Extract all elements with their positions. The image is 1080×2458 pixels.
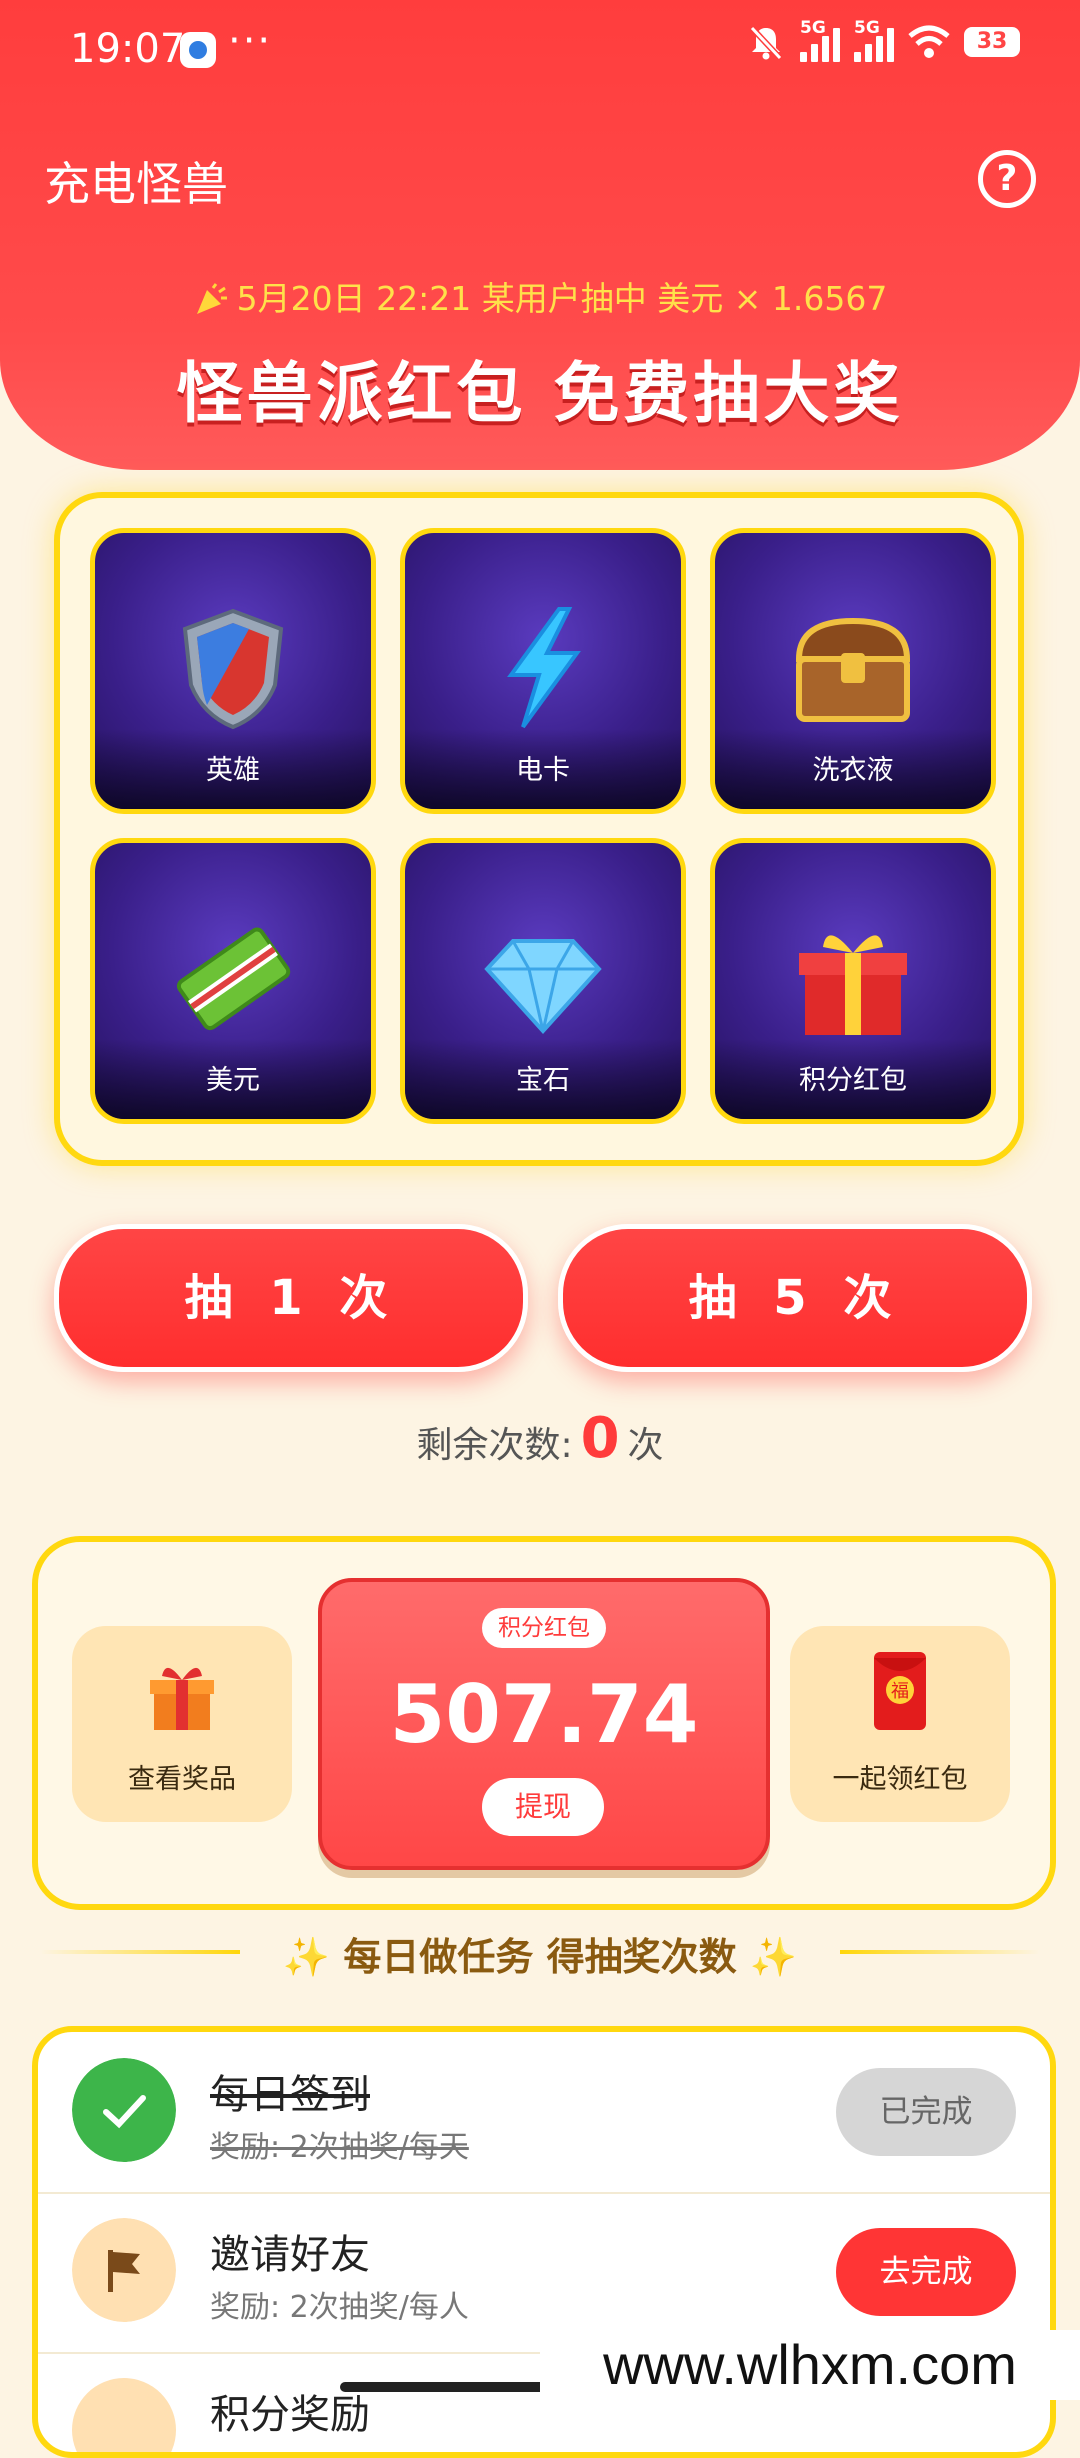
tasks-title-text: 每日做任务 得抽奖次数 xyxy=(343,1935,737,1979)
view-prizes-label: 查看奖品 xyxy=(128,1764,236,1795)
headline: 怪兽派红包 免费抽大奖 xyxy=(176,355,904,432)
diamond-icon xyxy=(484,939,602,1034)
battery-icon: 33 xyxy=(964,27,1020,57)
treasure-chest-icon xyxy=(795,617,911,722)
party-popper-icon xyxy=(196,283,227,314)
draw-five-button[interactable]: 抽 5 次 xyxy=(558,1224,1032,1372)
points-value: 507.74 xyxy=(389,1668,699,1761)
shield-icon xyxy=(182,608,284,730)
red-envelope-icon: 福 xyxy=(874,1652,926,1730)
task-title: 每日签到 xyxy=(210,2072,370,2118)
prize-label: 积分红包 xyxy=(799,1065,907,1096)
gift-box-icon xyxy=(799,935,907,1035)
help-icon[interactable]: ? xyxy=(978,150,1036,208)
flag-icon xyxy=(72,2218,176,2322)
remaining-draws: 剩余次数: 0 次 xyxy=(0,1406,1080,1471)
task-row-checkin: 每日签到 奖励: 2次抽奖/每天 已完成 xyxy=(38,2032,1050,2194)
divider-line xyxy=(840,1950,1040,1954)
cash-icon xyxy=(176,927,291,1031)
task-completed-button[interactable]: 已完成 xyxy=(836,2068,1016,2156)
remaining-prefix: 剩余次数: xyxy=(416,1425,573,1466)
sparkle-icon: ✨ xyxy=(736,1935,798,1979)
remaining-count: 0 xyxy=(580,1406,620,1471)
task-reward: 奖励: 2次抽奖/每天 xyxy=(210,2130,469,2165)
envelope-char: 福 xyxy=(891,1681,909,1702)
prize-tile-detergent[interactable]: 洗衣液 xyxy=(710,528,996,814)
winner-ticker: 5月20日 22:21 某用户抽中 美元 × 1.6567 xyxy=(0,272,1080,320)
remaining-suffix: 次 xyxy=(627,1425,664,1466)
prize-board: 英雄 电卡 洗衣液 美元 宝石 积分红包 xyxy=(54,492,1024,1166)
prize-tile-card[interactable]: 电卡 xyxy=(400,528,686,814)
task-icon xyxy=(72,2378,176,2452)
signal-label: 5G xyxy=(800,18,826,38)
signal-label-2: 5G xyxy=(854,18,880,38)
points-card: 积分红包 507.74 提现 xyxy=(318,1578,770,1870)
checkmark-icon xyxy=(72,2058,176,2162)
gift-icon xyxy=(150,1667,214,1730)
status-time: 19:07 xyxy=(70,26,186,72)
prize-tile-points[interactable]: 积分红包 xyxy=(710,838,996,1124)
prize-tile-hero[interactable]: 英雄 xyxy=(90,528,376,814)
prize-label: 美元 xyxy=(206,1065,260,1096)
points-wallet: 查看奖品 积分红包 507.74 提现 福 一起领红包 xyxy=(32,1536,1056,1910)
header: 19:07 ··· 5G 5G 33 充电怪兽 ? 5月20日 22:21 某用… xyxy=(0,0,1080,470)
app-title: 充电怪兽 xyxy=(44,157,228,211)
view-prizes-button[interactable]: 查看奖品 xyxy=(72,1626,292,1822)
prize-label: 英雄 xyxy=(206,755,260,786)
tasks-header: ✨ 每日做任务 得抽奖次数 ✨ xyxy=(0,1926,1080,1979)
watermark: www.wlhxm.com xyxy=(540,2330,1080,2400)
ticker-text: 5月20日 22:21 某用户抽中 美元 × 1.6567 xyxy=(236,279,888,318)
prize-label: 洗衣液 xyxy=(812,755,894,786)
points-tag: 积分红包 xyxy=(482,1608,606,1648)
wifi-icon xyxy=(908,25,950,58)
more-notifications-icon: ··· xyxy=(228,18,273,64)
sparkle-icon: ✨ xyxy=(282,1935,344,1979)
signal-icon-2: 5G xyxy=(854,18,894,62)
withdraw-button[interactable]: 提现 xyxy=(482,1778,604,1836)
task-title: 邀请好友 xyxy=(210,2232,370,2278)
app-notification-icon xyxy=(180,32,216,68)
status-bar: 19:07 ··· 5G 5G 33 xyxy=(0,0,1080,100)
task-go-button[interactable]: 去完成 xyxy=(836,2228,1016,2316)
task-reward: 奖励: 2次抽奖/每人 xyxy=(210,2290,469,2325)
prize-label: 宝石 xyxy=(516,1065,570,1096)
mute-icon xyxy=(749,25,783,61)
prize-tile-gem[interactable]: 宝石 xyxy=(400,838,686,1124)
share-red-packet-button[interactable]: 福 一起领红包 xyxy=(790,1626,1010,1822)
prize-label: 电卡 xyxy=(516,755,570,786)
prize-tile-dollar[interactable]: 美元 xyxy=(90,838,376,1124)
signal-icon: 5G xyxy=(800,18,840,62)
lightning-icon xyxy=(507,607,581,729)
share-red-packet-label: 一起领红包 xyxy=(832,1764,968,1795)
draw-once-button[interactable]: 抽 1 次 xyxy=(54,1224,528,1372)
